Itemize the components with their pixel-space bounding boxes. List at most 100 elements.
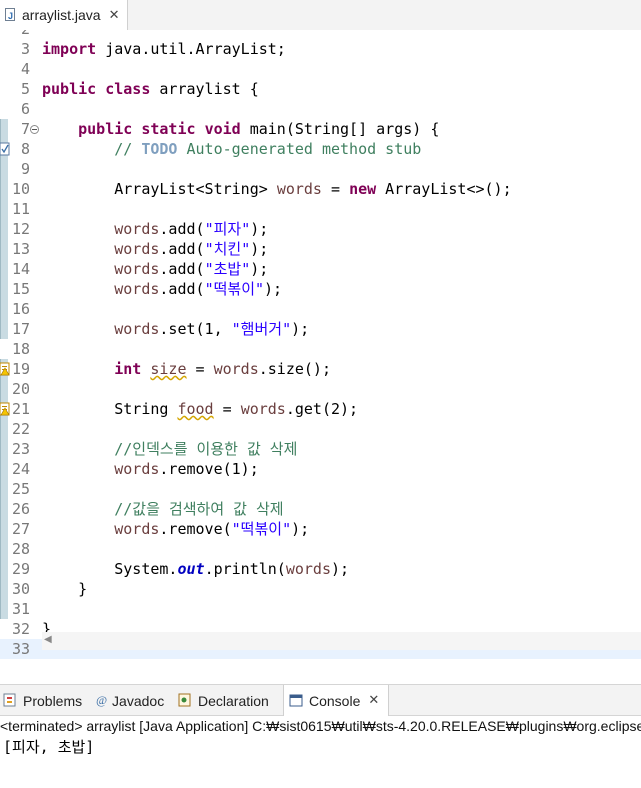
code-line[interactable]: 21 String food = words.get(2); [0, 399, 641, 419]
tab-label: Problems [23, 692, 83, 709]
code-token: "피자" [204, 220, 251, 238]
scroll-left-icon[interactable]: ◀ [44, 634, 52, 645]
code-line[interactable]: 19 int size = words.size(); [0, 359, 641, 379]
code-line[interactable]: 20 [0, 379, 641, 399]
code-line[interactable]: 30 } [0, 579, 641, 599]
code-token: .set(1, [159, 320, 232, 338]
code-token: ); [331, 560, 350, 578]
code-line[interactable]: 11 [0, 199, 641, 219]
code-line[interactable]: 12 words.add("피자"); [0, 219, 641, 239]
editor-tab-arraylist[interactable]: J arraylist.java ✕ [0, 0, 128, 30]
code-line[interactable]: 22 [0, 419, 641, 439]
code-text: // TODO Auto-generated method stub [42, 139, 421, 159]
code-token: "햄버거" [231, 320, 292, 338]
code-token: words [114, 280, 160, 298]
code-token: String [42, 400, 178, 418]
code-line[interactable]: 5 public class arraylist { [0, 79, 641, 99]
code-token: "초밥" [204, 260, 251, 278]
code-line[interactable]: 18 [0, 339, 641, 359]
tab-console[interactable]: Console ✕ [283, 685, 389, 716]
code-text: //값을 검색하여 값 삭제 [42, 499, 283, 519]
fold-collapse-icon[interactable] [30, 125, 39, 134]
code-token: void [204, 120, 241, 138]
line-number: 6 [20, 100, 30, 118]
close-icon[interactable]: ✕ [368, 693, 379, 708]
editor-tab-label: arraylist.java [22, 7, 101, 23]
code-line[interactable]: 16 [0, 299, 641, 319]
code-token: int [114, 360, 142, 378]
tab-problems[interactable]: Problems [0, 685, 86, 716]
code-line[interactable]: 15 words.add("떡볶이"); [0, 279, 641, 299]
code-text: words.set(1, "햄버거"); [42, 319, 309, 339]
horizontal-scrollbar[interactable] [42, 632, 641, 650]
code-text: words.remove(1); [42, 459, 259, 479]
code-token: import [42, 40, 97, 58]
code-line[interactable]: 10 ArrayList<String> words = new ArrayLi… [0, 179, 641, 199]
close-icon[interactable]: ✕ [109, 8, 120, 23]
console-output[interactable]: [피자, 초밥] [3, 737, 94, 757]
code-token: words [276, 180, 322, 198]
code-line[interactable]: 3 import java.util.ArrayList; [0, 39, 641, 59]
tab-javadoc[interactable]: @ Javadoc [96, 685, 174, 716]
code-token: .remove(1); [159, 460, 259, 478]
code-line[interactable]: 26 //값을 검색하여 값 삭제 [0, 499, 641, 519]
code-line[interactable]: 23 //인덱스를 이용한 값 삭제 [0, 439, 641, 459]
warning-marker-icon[interactable] [0, 402, 10, 416]
code-line[interactable]: 24 words.remove(1); [0, 459, 641, 479]
code-text: int size = words.size(); [42, 359, 331, 379]
code-line[interactable]: 28 [0, 539, 641, 559]
code-token: words [285, 560, 331, 578]
tab-label: Console [309, 692, 361, 709]
line-number: 33 [11, 640, 30, 658]
code-line[interactable]: 4 [0, 59, 641, 79]
code-token: ); [291, 320, 310, 338]
code-line[interactable]: 13 words.add("치킨"); [0, 239, 641, 259]
line-number: 18 [11, 340, 30, 358]
code-line[interactable]: 8 // TODO Auto-generated method stub [0, 139, 641, 159]
code-token: .get(2); [285, 400, 359, 418]
code-token: ); [291, 520, 310, 538]
code-token: ArrayList<>(); [376, 180, 512, 198]
code-text: ArrayList<String> words = new ArrayList<… [42, 179, 512, 199]
code-token: public [42, 80, 97, 98]
line-number: 2 [0, 30, 30, 39]
code-token: ); [250, 220, 269, 238]
code-line[interactable]: 14 words.add("초밥"); [0, 259, 641, 279]
code-token: words [114, 260, 160, 278]
code-token: "떡볶이" [231, 520, 292, 538]
console-tab-bar: Problems @ Javadoc Declaration Console ✕ [0, 684, 641, 716]
code-line[interactable]: 29 System.out.println(words); [0, 559, 641, 579]
code-line[interactable]: 7 public static void main(String[] args)… [0, 119, 641, 139]
code-token: .add( [159, 280, 205, 298]
code-line[interactable]: 31 [0, 599, 641, 619]
code-token: } [42, 580, 88, 598]
code-token: main(String[] args) { [240, 120, 440, 138]
code-token: Auto-generated method stub [177, 140, 422, 158]
code-line[interactable]: 27 words.remove("떡볶이"); [0, 519, 641, 539]
code-editor[interactable]: 2 3 import java.util.ArrayList; 4 5 public c… [0, 30, 641, 660]
code-line[interactable]: 6 [0, 99, 641, 119]
tab-declaration[interactable]: Declaration [178, 685, 282, 716]
code-token: arraylist { [150, 80, 259, 98]
code-line[interactable]: 25 [0, 479, 641, 499]
code-token: words [114, 460, 160, 478]
code-token: // [114, 140, 142, 158]
warning-marker-icon[interactable] [0, 362, 10, 376]
code-token: out [177, 560, 205, 578]
declaration-icon [178, 693, 191, 707]
code-token: ArrayList<String> [42, 180, 277, 198]
task-marker-icon[interactable] [0, 142, 10, 156]
code-line[interactable]: 17 words.set(1, "햄버거"); [0, 319, 641, 339]
code-line[interactable]: 9 [0, 159, 641, 179]
java-file-icon: J [4, 7, 18, 23]
code-line: 2 [0, 30, 641, 39]
line-number: 3 [20, 40, 30, 58]
code-text: words.add("치킨"); [42, 239, 268, 259]
javadoc-icon: @ [96, 693, 108, 707]
